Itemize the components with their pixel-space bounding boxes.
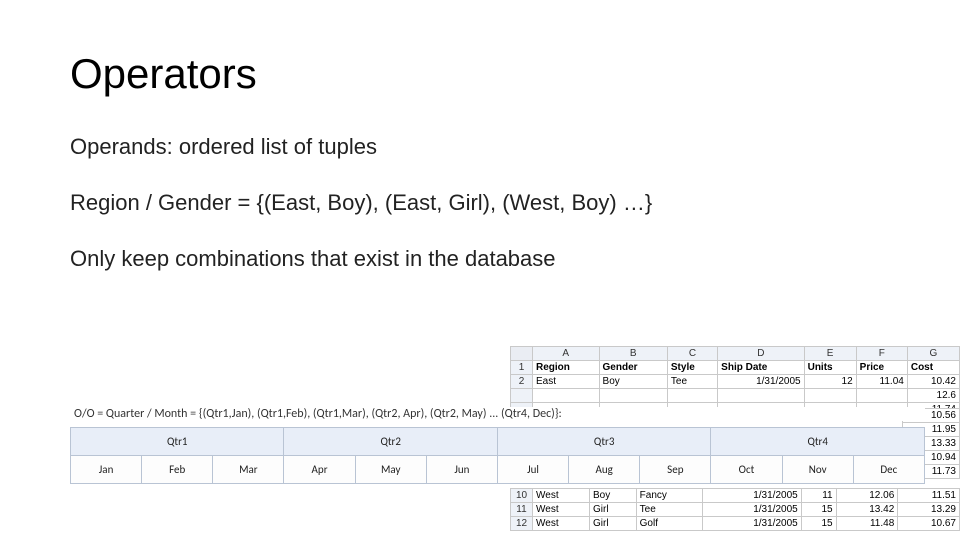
- month-cell: Oct: [711, 456, 782, 484]
- cell: Boy: [599, 375, 667, 389]
- cell: 1/31/2005: [718, 375, 804, 389]
- q1-cell: Qtr1: [71, 428, 284, 456]
- q3-cell: Qtr3: [497, 428, 710, 456]
- month-cell: Nov: [782, 456, 853, 484]
- cell: 13.42: [836, 503, 898, 517]
- row-2-num: 2: [511, 375, 533, 389]
- col-A: A: [533, 347, 600, 361]
- cell: Golf: [636, 517, 702, 531]
- quarter-row: Qtr1 Qtr2 Qtr3 Qtr4: [71, 428, 925, 456]
- table-row: 12.6: [511, 389, 960, 403]
- cell: 10.67: [898, 517, 960, 531]
- col-B: B: [599, 347, 667, 361]
- month-row: Jan Feb Mar Apr May Jun Jul Aug Sep Oct …: [71, 456, 925, 484]
- body-text-1: Operands: ordered list of tuples: [70, 134, 890, 160]
- row-3-num: [511, 389, 533, 403]
- hdr-region: Region: [533, 361, 600, 375]
- cell: East: [533, 375, 600, 389]
- col-G: G: [907, 347, 959, 361]
- cell: West: [533, 503, 590, 517]
- table-row: 12 West Girl Golf 1/31/2005 15 11.48 10.…: [511, 517, 960, 531]
- header-row: 1 Region Gender Style Ship Date Units Pr…: [511, 361, 960, 375]
- cell: 11.51: [898, 489, 960, 503]
- hdr-units: Units: [804, 361, 856, 375]
- cell: [599, 389, 667, 403]
- cell: 15: [801, 517, 836, 531]
- cell: Tee: [667, 375, 717, 389]
- month-cell: Feb: [142, 456, 213, 484]
- hdr-gender: Gender: [599, 361, 667, 375]
- month-cell: May: [355, 456, 426, 484]
- cell: 11.04: [856, 375, 907, 389]
- month-cell: Jul: [497, 456, 568, 484]
- month-cell: Apr: [284, 456, 355, 484]
- corner-cell: [511, 347, 533, 361]
- col-F: F: [856, 347, 907, 361]
- col-E: E: [804, 347, 856, 361]
- col-header-row: A B C D E F G: [511, 347, 960, 361]
- cell: 12: [804, 375, 856, 389]
- table-row: 10 West Boy Fancy 1/31/2005 11 12.06 11.…: [511, 489, 960, 503]
- cell: 1/31/2005: [702, 489, 801, 503]
- row-num: 10: [511, 489, 533, 503]
- cell: [718, 389, 804, 403]
- row-1-num: 1: [511, 361, 533, 375]
- month-cell: Sep: [640, 456, 711, 484]
- q4-cell: Qtr4: [711, 428, 925, 456]
- row-num: 11: [511, 503, 533, 517]
- body-text-2: Region / Gender = {(East, Boy), (East, G…: [70, 190, 890, 216]
- cell: 12.06: [836, 489, 898, 503]
- hdr-price: Price: [856, 361, 907, 375]
- cell: 1/31/2005: [702, 517, 801, 531]
- cell: Girl: [590, 503, 637, 517]
- cell: Boy: [590, 489, 637, 503]
- hdr-style: Style: [667, 361, 717, 375]
- month-cell: Dec: [853, 456, 924, 484]
- strip-formula-label: O/O = Quarter / Month = {(Qtr1,Jan), (Qt…: [70, 407, 925, 421]
- month-cell: Mar: [213, 456, 284, 484]
- cell: 11: [801, 489, 836, 503]
- cell: [804, 389, 856, 403]
- cell: 15: [801, 503, 836, 517]
- spreadsheet-bottom-rows: 10 West Boy Fancy 1/31/2005 11 12.06 11.…: [510, 488, 960, 531]
- q2-cell: Qtr2: [284, 428, 497, 456]
- cell: Tee: [636, 503, 702, 517]
- quarter-month-strip: O/O = Quarter / Month = {(Qtr1,Jan), (Qt…: [70, 407, 925, 484]
- cell: 11.48: [836, 517, 898, 531]
- col-D: D: [718, 347, 804, 361]
- cell: 12.6: [907, 389, 959, 403]
- month-cell: Jan: [71, 456, 142, 484]
- hdr-shipdate: Ship Date: [718, 361, 804, 375]
- cell: [667, 389, 717, 403]
- cell: Fancy: [636, 489, 702, 503]
- slide-title: Operators: [70, 50, 890, 98]
- col-C: C: [667, 347, 717, 361]
- cell: Girl: [590, 517, 637, 531]
- cell: [856, 389, 907, 403]
- row-num: 12: [511, 517, 533, 531]
- month-cell: Jun: [426, 456, 497, 484]
- cell: 13.29: [898, 503, 960, 517]
- cell: [533, 389, 600, 403]
- table-row: 11 West Girl Tee 1/31/2005 15 13.42 13.2…: [511, 503, 960, 517]
- cell: West: [533, 489, 590, 503]
- body-text-3: Only keep combinations that exist in the…: [70, 246, 890, 272]
- hdr-cost: Cost: [907, 361, 959, 375]
- cell: West: [533, 517, 590, 531]
- cell: 10.42: [907, 375, 959, 389]
- month-cell: Aug: [569, 456, 640, 484]
- table-row: 2 East Boy Tee 1/31/2005 12 11.04 10.42: [511, 375, 960, 389]
- cell: 1/31/2005: [702, 503, 801, 517]
